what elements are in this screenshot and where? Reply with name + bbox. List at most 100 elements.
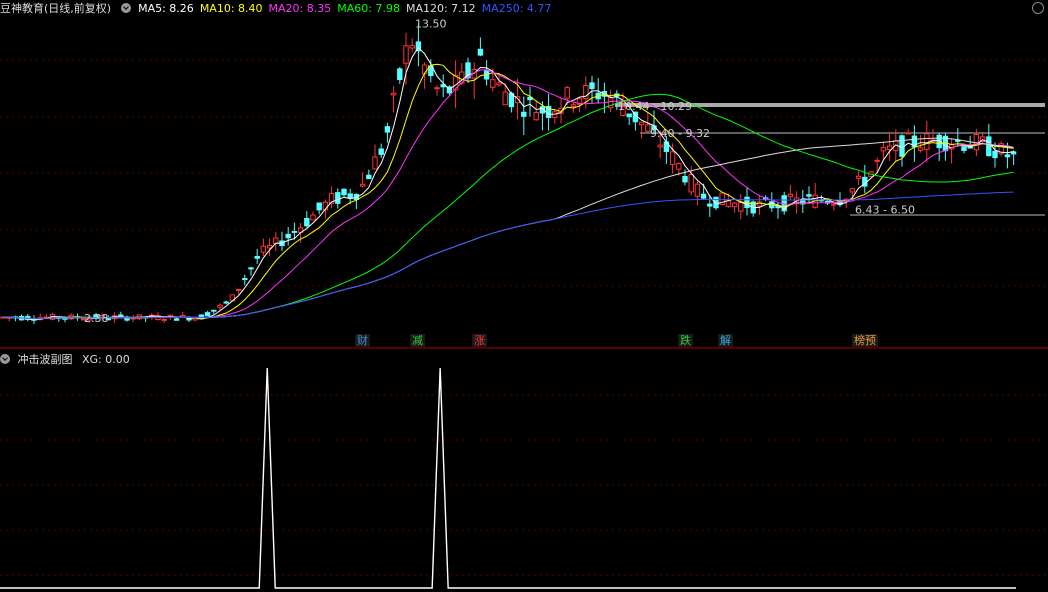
candle-body <box>533 112 539 121</box>
candle <box>434 85 440 96</box>
candle-body <box>626 113 632 118</box>
candle <box>242 274 248 286</box>
candle-body <box>700 193 707 199</box>
candle-body <box>570 104 577 107</box>
candle <box>223 300 229 305</box>
candle-body <box>397 68 403 81</box>
candle <box>12 315 19 322</box>
candle <box>428 59 434 83</box>
candle-body <box>347 193 353 199</box>
candle-body <box>477 48 484 56</box>
candle <box>335 188 341 209</box>
candle-body <box>384 126 391 133</box>
event-tag[interactable]: 财 <box>355 334 370 347</box>
candle-body <box>694 183 701 197</box>
price-annotation: 2.38 <box>84 312 109 325</box>
event-tag[interactable]: 减 <box>410 334 425 347</box>
event-tag[interactable]: 榜预 <box>852 334 878 347</box>
candle-body <box>409 45 415 49</box>
candle-body <box>366 174 372 180</box>
price-annotations: 13.50 10.44 - 10.29 9.40 - 9.32 6.43 - 6.50… <box>84 17 915 325</box>
candle-body <box>961 146 967 151</box>
candle-body <box>831 203 837 206</box>
sub-settings-icon[interactable] <box>0 354 10 364</box>
candle <box>899 134 905 167</box>
candle <box>769 192 775 212</box>
candle <box>552 109 558 124</box>
candle <box>806 186 812 204</box>
xg-value: XG: 0.00 <box>82 353 130 366</box>
ma-legend-item: MA5: 8.26 <box>138 2 194 15</box>
price-annotation: 13.50 <box>415 17 447 30</box>
ma-legend-item: MA250: 4.77 <box>481 2 552 15</box>
candle-body <box>905 132 911 135</box>
candle-body <box>552 111 558 119</box>
candle <box>440 74 446 98</box>
candle <box>409 38 415 52</box>
ma-line <box>2 63 1014 320</box>
candle-body <box>118 314 124 317</box>
candle-body <box>161 318 167 321</box>
candle-body <box>657 144 663 148</box>
candle-body <box>434 87 440 90</box>
candle <box>787 185 794 200</box>
candle-body <box>1004 154 1011 158</box>
candle <box>986 123 992 157</box>
candle-body <box>403 45 409 64</box>
candle-body <box>992 150 998 159</box>
candle <box>924 120 930 163</box>
settings-icon[interactable] <box>120 3 131 13</box>
ma-legend-item: MA60: 7.98 <box>337 2 400 15</box>
candle <box>738 194 744 220</box>
candle <box>800 189 806 214</box>
event-tag[interactable]: 涨 <box>472 334 487 347</box>
candle <box>204 310 211 317</box>
ma-legend-item: MA120: 7.12 <box>405 2 476 15</box>
candle-body <box>806 194 812 197</box>
candle <box>359 172 366 188</box>
zoom-icon[interactable] <box>1032 2 1044 14</box>
candle <box>68 313 74 320</box>
candle-body <box>217 304 223 308</box>
candle-body <box>291 230 298 233</box>
price-annotation: 10.44 - 10.29 <box>618 100 692 113</box>
candle-body <box>787 193 794 198</box>
candle-body <box>955 139 961 142</box>
event-tag[interactable]: 跌 <box>678 334 693 347</box>
candle-body <box>874 159 880 162</box>
candle <box>384 122 391 143</box>
candle-body <box>173 318 180 321</box>
candle-body <box>521 111 527 117</box>
candle <box>756 195 763 216</box>
candle <box>173 318 180 321</box>
candle <box>855 170 862 185</box>
candle <box>62 317 68 323</box>
ma-line <box>2 137 1014 320</box>
candle-body <box>924 133 930 150</box>
candle-body <box>266 244 273 249</box>
candle-body <box>880 147 887 152</box>
candlesticks <box>0 24 1017 325</box>
candle <box>886 131 893 161</box>
price-annotation: 9.40 - 9.32 <box>650 127 710 140</box>
candle-body <box>310 214 316 221</box>
candle <box>744 186 750 216</box>
candle <box>390 86 397 113</box>
candle-body <box>502 91 508 106</box>
candle-body <box>242 278 248 281</box>
candle-body <box>260 245 267 253</box>
candle <box>378 143 384 158</box>
event-tag[interactable]: 解 <box>718 334 733 347</box>
candle <box>521 96 527 135</box>
candle <box>750 200 756 217</box>
candle <box>341 188 347 197</box>
price-annotation: 6.43 - 6.50 <box>855 204 915 217</box>
sub-chart-header: 冲击波副图 XG: 0.00 <box>0 351 136 367</box>
candle-body <box>731 202 738 208</box>
candle-body <box>372 156 378 170</box>
candle-body <box>248 267 254 270</box>
candle-body <box>564 87 570 99</box>
candle-body <box>855 175 862 179</box>
candle <box>304 211 310 228</box>
main-chart-header: 豆神教育(日线,前复权) MA5: 8.26 MA10: 8.40 MA20: 8.… <box>0 0 563 16</box>
